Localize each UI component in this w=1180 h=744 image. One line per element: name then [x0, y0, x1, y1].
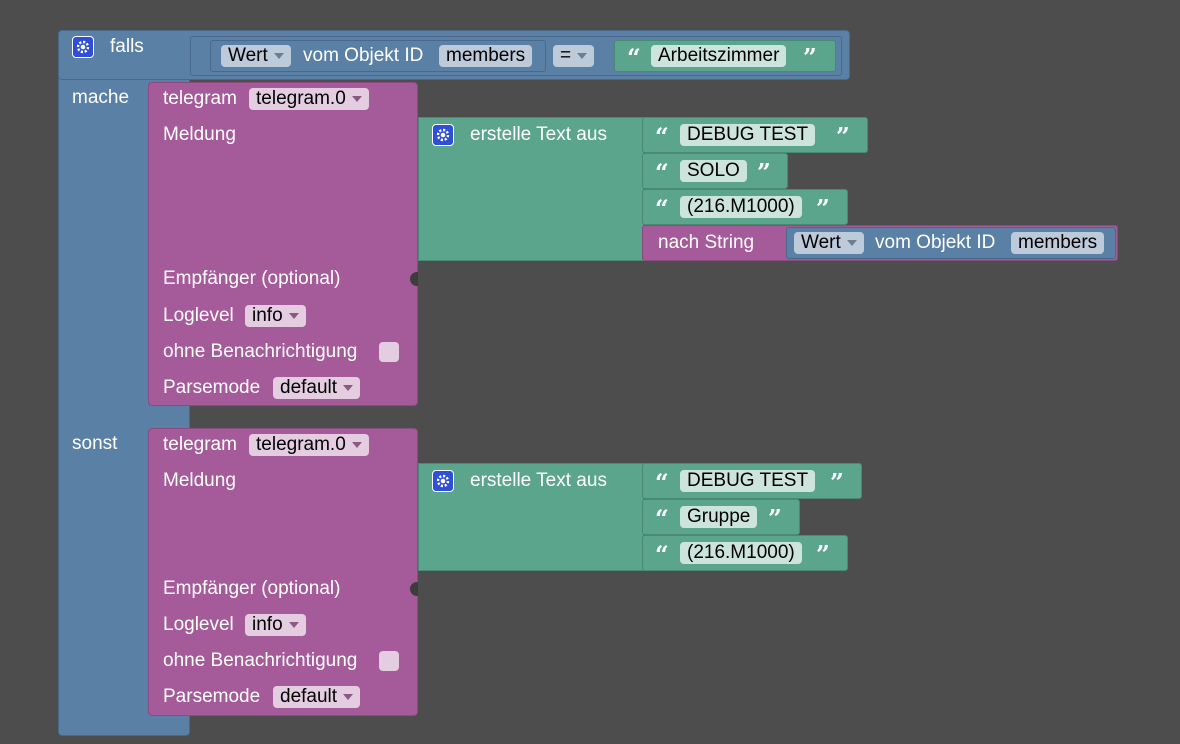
parsemode-dropdown[interactable]: default — [273, 686, 361, 708]
quote-close-icon: ” — [816, 540, 830, 569]
loglevel-dropdown[interactable]: info — [245, 614, 306, 636]
quote-open-icon: “ — [655, 468, 669, 497]
quote-open-icon: “ — [655, 194, 669, 223]
value-dropdown[interactable]: Wert — [794, 232, 864, 254]
gear-icon[interactable] — [432, 124, 454, 146]
dropdown-arrow-icon — [343, 693, 354, 700]
object-id-field[interactable]: members — [1011, 232, 1105, 254]
quote-close-icon: ” — [836, 122, 850, 151]
telegram-instance-label: telegram.0 — [256, 88, 346, 109]
quote-close-icon: ” — [757, 158, 771, 187]
value-dropdown-label: Wert — [228, 45, 268, 66]
quote-close-icon: ” — [816, 194, 830, 223]
if-falls-label: falls — [110, 36, 144, 57]
loglevel-dropdown[interactable]: info — [245, 305, 306, 327]
silent-checkbox[interactable] — [379, 651, 399, 671]
parsemode-value: default — [280, 686, 338, 707]
message-label: Meldung — [163, 470, 236, 491]
silent-label: ohne Benachrichtigung — [163, 650, 358, 671]
quote-open-icon: “ — [655, 158, 669, 187]
if-sonst-label: sonst — [72, 433, 118, 454]
telegram-label: telegram — [163, 88, 237, 109]
quote-open-icon: “ — [655, 540, 669, 569]
message-label: Meldung — [163, 124, 236, 145]
quote-open-icon: “ — [627, 43, 641, 72]
recipient-label: Empfänger (optional) — [163, 578, 341, 599]
string-field[interactable]: DEBUG TEST — [680, 470, 816, 492]
operator-label: = — [560, 45, 572, 66]
string-field[interactable]: Gruppe — [680, 506, 758, 528]
parsemode-label: Parsemode — [163, 686, 261, 707]
silent-checkbox[interactable] — [379, 342, 399, 362]
text-join-label: erstelle Text aus — [470, 124, 607, 145]
object-id-label: vom Objekt ID — [875, 232, 996, 253]
quote-close-icon: ” — [803, 43, 817, 72]
dropdown-arrow-icon — [577, 52, 588, 59]
dropdown-arrow-icon — [288, 621, 299, 628]
dropdown-arrow-icon — [846, 239, 857, 246]
quote-open-icon: “ — [655, 504, 669, 533]
telegram-instance-label: telegram.0 — [256, 434, 346, 455]
telegram-label: telegram — [163, 434, 237, 455]
recipient-input-socket[interactable] — [410, 272, 418, 286]
dropdown-arrow-icon — [343, 384, 354, 391]
object-id-field[interactable]: members — [439, 45, 533, 67]
loglevel-value: info — [252, 614, 283, 635]
dropdown-arrow-icon — [273, 52, 284, 59]
dropdown-arrow-icon — [351, 441, 362, 448]
loglevel-value: info — [252, 305, 283, 326]
parsemode-dropdown[interactable]: default — [273, 377, 361, 399]
recipient-label: Empfänger (optional) — [163, 268, 341, 289]
quote-close-icon: ” — [768, 504, 782, 533]
string-field[interactable]: (216.M1000) — [680, 196, 802, 218]
string-field[interactable]: SOLO — [680, 160, 747, 182]
telegram-instance-dropdown[interactable]: telegram.0 — [249, 434, 369, 456]
silent-label: ohne Benachrichtigung — [163, 341, 358, 362]
if-mache-label: mache — [72, 87, 130, 108]
loglevel-label: Loglevel — [163, 305, 234, 326]
gear-icon[interactable] — [72, 36, 94, 58]
object-id-label: vom Objekt ID — [303, 45, 424, 66]
parsemode-label: Parsemode — [163, 377, 261, 398]
dropdown-arrow-icon — [351, 95, 362, 102]
value-dropdown[interactable]: Wert — [221, 45, 291, 67]
compare-text-field[interactable]: Arbeitszimmer — [651, 45, 787, 67]
gear-icon[interactable] — [432, 470, 454, 492]
string-field[interactable]: (216.M1000) — [680, 542, 802, 564]
string-field[interactable]: DEBUG TEST — [680, 124, 816, 146]
loglevel-label: Loglevel — [163, 614, 234, 635]
recipient-input-socket[interactable] — [410, 582, 418, 596]
text-join-label: erstelle Text aus — [470, 470, 607, 491]
value-dropdown-label: Wert — [801, 232, 841, 253]
operator-dropdown[interactable]: = — [553, 45, 595, 67]
quote-open-icon: “ — [655, 122, 669, 151]
telegram-instance-dropdown[interactable]: telegram.0 — [249, 88, 369, 110]
parsemode-value: default — [280, 377, 338, 398]
quote-close-icon: ” — [830, 468, 844, 497]
to-string-label: nach String — [658, 232, 755, 253]
dropdown-arrow-icon — [288, 312, 299, 319]
